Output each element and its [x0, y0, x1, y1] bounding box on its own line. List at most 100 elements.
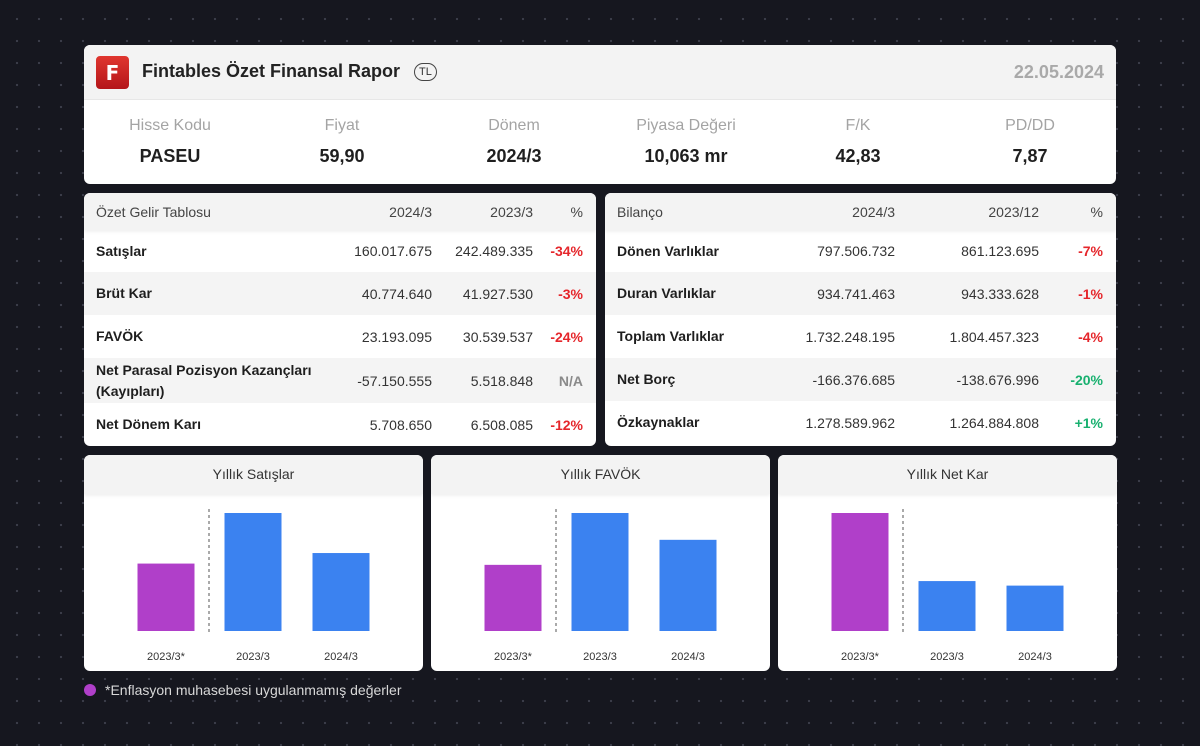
value-current: 934.741.463: [817, 285, 895, 302]
row-label: Net Borç: [617, 371, 676, 387]
row-label: Toplam Varlıklar: [617, 328, 725, 344]
metric-label: F/K: [845, 117, 871, 134]
fintables-logo: F: [96, 56, 129, 89]
table-header: Bilanço 2024/3 2023/12 %: [605, 193, 1116, 230]
value-current: 1.732.248.195: [805, 328, 895, 345]
row-label: Satışlar: [96, 242, 147, 259]
annual-sales-plot: 2023/3* 2023/3 2024/3: [137, 509, 370, 663]
change-percent: -3%: [558, 285, 583, 302]
table-row: Net Dönem Karı 5.708.650 6.508.085 -12%: [84, 403, 596, 446]
table-row: Dönen Varlıklar 797.506.732 861.123.695 …: [605, 230, 1116, 272]
chart-category-label: 2023/3*: [494, 651, 533, 663]
report-title-bar: F Fintables Özet Finansal Rapor TL 22.05…: [84, 45, 1116, 100]
row-label: Net Dönem Karı: [96, 416, 202, 432]
metric-value: PASEU: [139, 146, 201, 166]
legend-dot: [84, 684, 96, 696]
change-percent: N/A: [558, 372, 583, 389]
chart-category-label: 2024/3: [324, 651, 358, 663]
annual-ebitda-chart: Yıllık FAVÖK 2023/3* 2023/3 2024/3: [431, 455, 770, 671]
value-current: 5.708.650: [369, 416, 432, 433]
change-percent: -7%: [1078, 243, 1103, 259]
row-label: Net Parasal Pozisyon Kazançları (Kayıpla…: [96, 361, 312, 399]
value-current: 797.506.732: [817, 243, 895, 259]
change-percent: -20%: [1070, 371, 1103, 388]
metric-label: Dönem: [488, 117, 540, 134]
table-row: Duran Varlıklar 934.741.463 943.333.628 …: [605, 272, 1116, 315]
metric-label: Fiyat: [324, 117, 360, 134]
value-current: -57.150.555: [357, 372, 432, 389]
chart-category-label: 2023/3*: [841, 651, 880, 663]
metric-value: 59,90: [319, 146, 365, 166]
annual-net-profit-plot: 2023/3* 2023/3 2024/3: [831, 509, 1064, 663]
change-percent: -12%: [550, 416, 583, 433]
value-previous: 1.264.884.808: [949, 414, 1039, 431]
chart-title: Yıllık Satışlar: [84, 455, 423, 494]
value-current: 23.193.095: [361, 328, 432, 345]
value-previous: 41.927.530: [462, 285, 533, 302]
table-row: Net Borç -166.376.685 -138.676.996 -20%: [605, 358, 1116, 401]
chart-bar: [312, 553, 370, 631]
metric-value: 42,83: [835, 146, 881, 166]
value-previous: 5.518.848: [470, 372, 533, 389]
column-header: 2023/12: [988, 203, 1039, 220]
value-current: 1.278.589.962: [805, 414, 895, 431]
chart-category-label: 2024/3: [671, 651, 705, 663]
annual-sales-chart: Yıllık Satışlar 2023/3* 2023/3 2024/3: [84, 455, 423, 671]
value-previous: -138.676.996: [956, 371, 1039, 388]
table-row: Toplam Varlıklar 1.732.248.195 1.804.457…: [605, 315, 1116, 358]
change-percent: -34%: [550, 243, 583, 259]
metric-value: 2024/3: [486, 146, 542, 166]
chart-bar: [1006, 585, 1064, 631]
chart-bar: [831, 513, 889, 631]
value-previous: 30.539.537: [462, 328, 533, 345]
chart-bar: [659, 539, 717, 631]
chart-bar: [484, 564, 542, 631]
metric-value: 10,063 mr: [644, 146, 728, 166]
column-header: 2024/3: [389, 203, 432, 220]
chart-category-label: 2023/3: [583, 651, 617, 663]
row-label: Brüt Kar: [96, 285, 153, 301]
annual-ebitda-plot: 2023/3* 2023/3 2024/3: [484, 509, 717, 663]
annual-net-profit-chart: Yıllık Net Kar 2023/3* 2023/3 2024/3: [778, 455, 1117, 671]
column-header: 2024/3: [852, 203, 895, 220]
change-percent: -24%: [550, 328, 583, 345]
value-current: 160.017.675: [354, 243, 432, 259]
table-row: Özkaynaklar 1.278.589.962 1.264.884.808 …: [605, 401, 1116, 444]
value-current: 40.774.640: [361, 285, 432, 302]
value-previous: 861.123.695: [961, 243, 1039, 259]
column-header: %: [570, 203, 583, 220]
change-percent: +1%: [1074, 414, 1103, 431]
change-percent: -1%: [1078, 285, 1103, 302]
column-header: Özet Gelir Tablosu: [96, 203, 211, 220]
balance-sheet-table: Bilanço 2024/3 2023/12 % Dönen Varlıklar…: [605, 193, 1116, 446]
column-header: 2023/3: [490, 203, 533, 220]
change-percent: -4%: [1078, 328, 1103, 345]
chart-title: Yıllık FAVÖK: [431, 455, 770, 494]
value-previous: 6.508.085: [470, 416, 533, 433]
chart-title: Yıllık Net Kar: [778, 455, 1117, 494]
table-row: Net Parasal Pozisyon Kazançları (Kayıpla…: [84, 358, 596, 403]
metric-value: 7,87: [1012, 146, 1048, 166]
income-statement-table: Özet Gelir Tablosu 2024/3 2023/3 % Satış…: [84, 193, 596, 446]
report-date: 22.05.2024: [1013, 62, 1104, 82]
metric-label: PD/DD: [1005, 117, 1055, 134]
value-current: -166.376.685: [812, 371, 895, 388]
table-row: Brüt Kar 40.774.640 41.927.530 -3%: [84, 272, 596, 315]
currency-badge: TL: [414, 63, 437, 81]
chart-bar: [137, 563, 195, 631]
row-label: Dönen Varlıklar: [617, 242, 719, 259]
chart-bar: [918, 581, 976, 631]
table-row: Satışlar 160.017.675 242.489.335 -34%: [84, 230, 596, 272]
column-header: %: [1090, 203, 1103, 220]
value-previous: 1.804.457.323: [949, 328, 1039, 345]
chart-category-label: 2023/3*: [147, 651, 186, 663]
metric-label: Piyasa Değeri: [636, 117, 736, 134]
row-label: Duran Varlıklar: [617, 285, 716, 301]
column-header: Bilanço: [617, 203, 663, 220]
value-previous: 943.333.628: [961, 285, 1039, 302]
chart-category-label: 2024/3: [1018, 651, 1052, 663]
chart-category-label: 2023/3: [236, 651, 270, 663]
table-header: Özet Gelir Tablosu 2024/3 2023/3 %: [84, 193, 596, 230]
table-row: FAVÖK 23.193.095 30.539.537 -24%: [84, 315, 596, 358]
metrics-row: Hisse Kodu PASEU Fiyat 59,90 Dönem 2024/…: [84, 99, 1116, 184]
